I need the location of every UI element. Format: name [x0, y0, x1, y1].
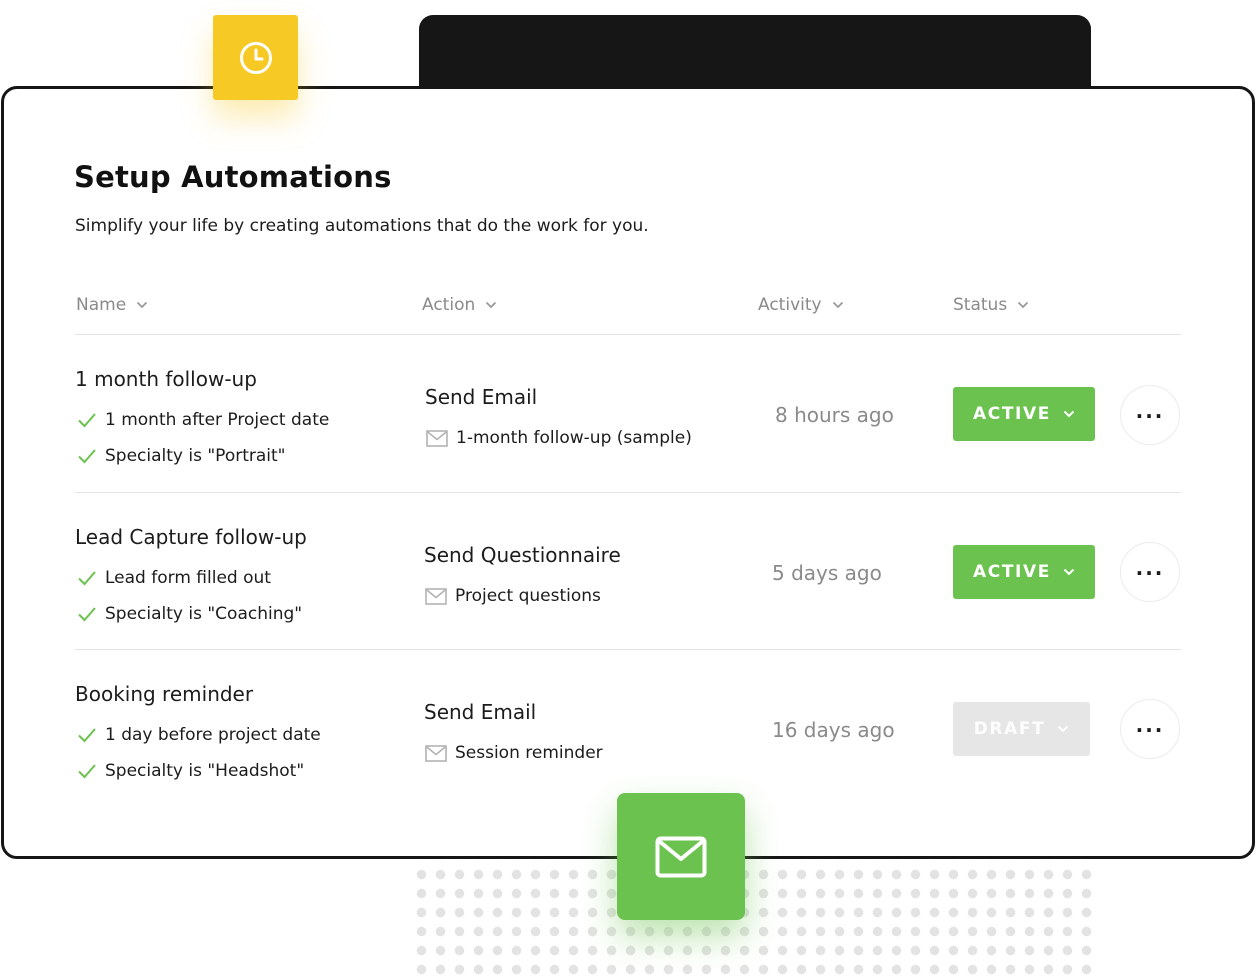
column-header-label: Action: [422, 295, 476, 315]
action-item-text: Session reminder: [455, 743, 603, 763]
page-subtitle: Simplify your life by creating automatio…: [75, 216, 649, 236]
status-dropdown[interactable]: DRAFT: [953, 702, 1090, 756]
more-options-button[interactable]: ...: [1120, 385, 1180, 445]
action-item-text: Project questions: [455, 586, 601, 606]
check-icon: [78, 449, 96, 464]
check-icon: [78, 728, 96, 743]
chevron-down-icon: [1063, 410, 1075, 418]
status-label: DRAFT: [973, 719, 1046, 739]
column-header-label: Activity: [758, 295, 822, 315]
condition-item: Specialty is "Headshot": [77, 761, 304, 781]
more-icon: ...: [1135, 399, 1165, 423]
table-row: Lead Capture follow-up Lead form filled …: [0, 493, 1256, 643]
automation-name: Lead Capture follow-up: [75, 525, 307, 549]
status-label: ACTIVE: [973, 404, 1051, 424]
envelope-icon: [426, 429, 448, 447]
check-icon: [78, 571, 96, 586]
envelope-icon: [425, 587, 447, 605]
action-title: Send Email: [425, 385, 538, 409]
more-icon: ...: [1135, 556, 1165, 580]
action-item-text: 1-month follow-up (sample): [456, 428, 692, 448]
page-title: Setup Automations: [74, 160, 392, 194]
condition-item: Lead form filled out: [77, 568, 271, 588]
chevron-down-icon: [1058, 725, 1069, 733]
status-label: ACTIVE: [973, 562, 1051, 582]
chevron-down-icon: [832, 301, 844, 309]
column-header-label: Name: [76, 295, 127, 315]
condition-item: Specialty is "Coaching": [77, 604, 302, 624]
column-header-activity[interactable]: Activity: [758, 295, 844, 315]
column-header-status[interactable]: Status: [953, 295, 1029, 315]
check-icon: [78, 413, 96, 428]
condition-text: Specialty is "Headshot": [105, 761, 305, 781]
dotted-background: [412, 860, 1092, 978]
check-icon: [78, 764, 96, 779]
envelope-icon: [425, 744, 447, 762]
column-header-label: Status: [953, 295, 1008, 315]
status-dropdown[interactable]: ACTIVE: [953, 387, 1095, 441]
action-item[interactable]: Project questions: [425, 586, 601, 606]
condition-text: Lead form filled out: [105, 568, 271, 588]
table-row: Booking reminder 1 day before project da…: [0, 650, 1256, 800]
clock-badge: [213, 15, 298, 100]
more-options-button[interactable]: ...: [1120, 699, 1180, 759]
condition-text: Specialty is "Portrait": [105, 446, 286, 466]
condition-item: Specialty is "Portrait": [77, 446, 286, 466]
condition-text: Specialty is "Coaching": [105, 604, 303, 624]
action-title: Send Email: [424, 700, 537, 724]
condition-text: 1 month after Project date: [105, 410, 330, 430]
chevron-down-icon: [1063, 568, 1075, 576]
more-options-button[interactable]: ...: [1120, 542, 1180, 602]
table-row: 1 month follow-up 1 month after Project …: [0, 335, 1256, 485]
condition-item: 1 month after Project date: [77, 410, 329, 430]
automation-name: Booking reminder: [75, 682, 254, 706]
action-item[interactable]: 1-month follow-up (sample): [426, 428, 692, 448]
condition-item: 1 day before project date: [77, 725, 321, 745]
chevron-down-icon: [485, 301, 497, 309]
action-item[interactable]: Session reminder: [425, 743, 603, 763]
mail-icon: [655, 836, 707, 877]
action-title: Send Questionnaire: [424, 543, 621, 567]
chevron-down-icon: [136, 301, 148, 309]
more-icon: ...: [1135, 713, 1165, 737]
chevron-down-icon: [1017, 301, 1029, 309]
column-header-action[interactable]: Action: [422, 295, 497, 315]
clock-icon: [239, 41, 272, 74]
automation-name: 1 month follow-up: [75, 367, 257, 391]
condition-text: 1 day before project date: [105, 725, 321, 745]
column-header-name[interactable]: Name: [76, 295, 148, 315]
check-icon: [78, 607, 96, 622]
activity-time: 8 hours ago: [775, 403, 894, 427]
activity-time: 5 days ago: [772, 561, 882, 585]
status-dropdown[interactable]: ACTIVE: [953, 545, 1095, 599]
mail-badge: [617, 793, 745, 920]
activity-time: 16 days ago: [772, 718, 895, 742]
